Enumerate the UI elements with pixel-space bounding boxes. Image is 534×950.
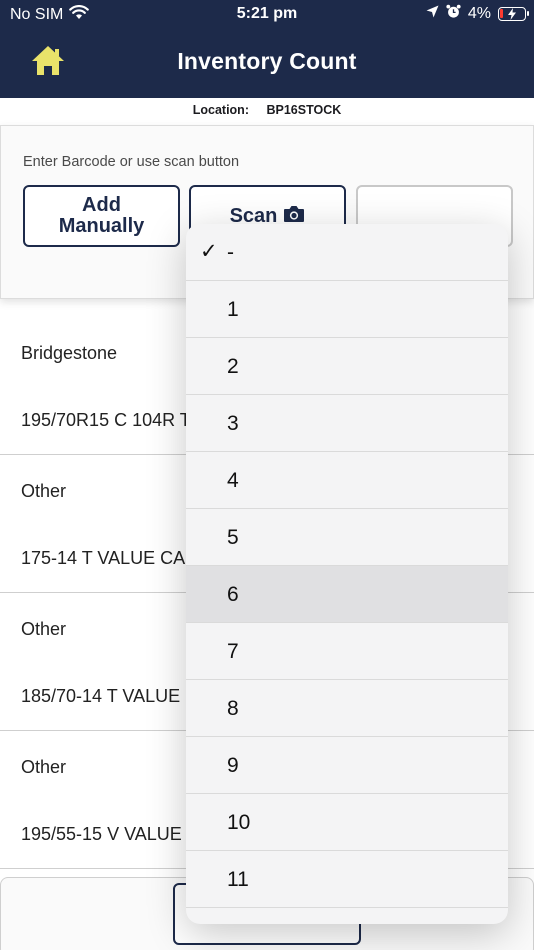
status-right: 4% xyxy=(426,4,529,24)
status-bar: No SIM 5:21 pm 4% xyxy=(0,0,534,30)
picker-option[interactable]: 8 xyxy=(186,680,508,737)
item-size: 185/70-14 T VALUE xyxy=(21,686,181,706)
item-size: 195/55-15 V VALUE xyxy=(21,824,182,844)
picker-option-highlighted[interactable]: 6 xyxy=(186,566,508,623)
picker-option[interactable]: 2 xyxy=(186,338,508,395)
picker-option[interactable]: 5 xyxy=(186,509,508,566)
item-brand: Other xyxy=(21,619,67,639)
location-arrow-icon xyxy=(426,5,439,23)
picker-option[interactable]: 1 xyxy=(186,281,508,338)
picker-option[interactable]: 9 xyxy=(186,737,508,794)
page-title: Inventory Count xyxy=(177,48,357,74)
alarm-icon xyxy=(446,4,461,24)
add-manually-label: Add Manually xyxy=(58,194,145,237)
barcode-hint: Enter Barcode or use scan button xyxy=(23,154,240,170)
picker-option[interactable]: ✓ - xyxy=(186,224,508,281)
checkmark-icon: ✓ xyxy=(200,240,218,263)
location-label: Location: xyxy=(192,103,249,117)
battery-icon xyxy=(498,7,529,21)
picker-option[interactable]: 4 xyxy=(186,452,508,509)
app-header: No SIM 5:21 pm 4% Inventory Count xyxy=(0,0,534,98)
location-line: Location: BP16STOCK xyxy=(0,103,534,117)
battery-fill xyxy=(500,9,503,18)
item-brand: Bridgestone xyxy=(21,343,118,363)
add-manually-button[interactable]: Add Manually xyxy=(23,185,180,247)
picker-option[interactable]: 10 xyxy=(186,794,508,851)
picker-option[interactable]: 3 xyxy=(186,395,508,452)
picker-option[interactable]: 11 xyxy=(186,851,508,908)
picker-option[interactable]: 7 xyxy=(186,623,508,680)
quantity-picker-menu[interactable]: ✓ - 1 2 3 4 5 6 7 8 9 10 11 xyxy=(186,224,508,924)
item-brand: Other xyxy=(21,757,67,777)
item-size: 195/70R15 C 104R T xyxy=(21,410,191,430)
location-value: BP16STOCK xyxy=(266,103,342,117)
item-brand: Other xyxy=(21,481,67,501)
battery-percent: 4% xyxy=(467,5,491,22)
item-size: 175-14 T VALUE CA xyxy=(21,548,186,568)
